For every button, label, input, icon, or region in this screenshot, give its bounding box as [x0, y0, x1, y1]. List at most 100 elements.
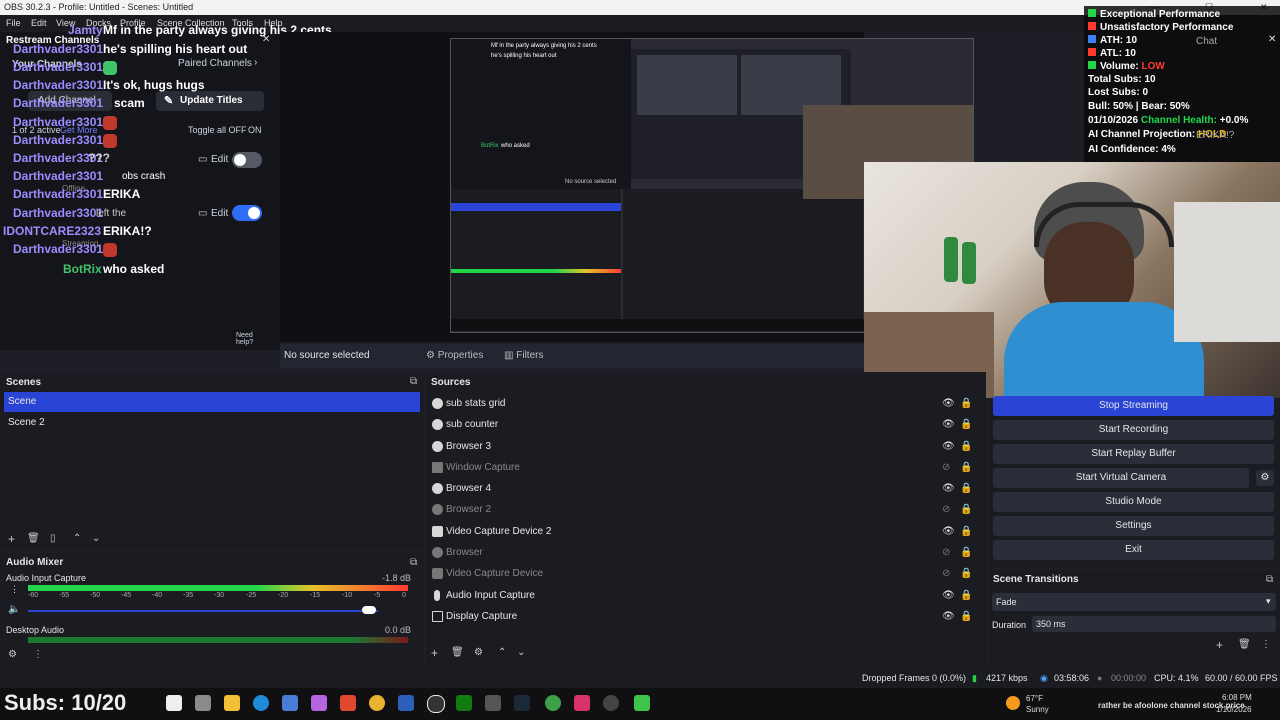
- source-item[interactable]: sub counter 👁 🔒: [432, 415, 972, 435]
- unsatisfactory-performance: Unsatisfactory Performance: [1088, 22, 1233, 33]
- eye-icon[interactable]: 👁: [942, 611, 955, 622]
- eye-icon[interactable]: 👁: [942, 441, 955, 452]
- chat-text: obs crash: [122, 171, 166, 182]
- chat-username: Darthvader3301: [13, 60, 104, 74]
- widgets-icon[interactable]: [166, 695, 182, 711]
- scene-filter-icon[interactable]: ▯: [50, 533, 56, 544]
- app-icon[interactable]: [485, 695, 501, 711]
- task-view-icon[interactable]: [195, 695, 211, 711]
- source-item[interactable]: Browser ⊘ 🔒: [432, 543, 972, 563]
- app-icon[interactable]: [574, 695, 590, 711]
- volume-meter: [28, 637, 408, 643]
- store-icon[interactable]: [282, 695, 298, 711]
- xbox-icon[interactable]: [456, 695, 472, 711]
- sources-title: Sources: [431, 377, 471, 388]
- steam-icon[interactable]: [514, 695, 530, 711]
- close-icon[interactable]: ✕: [1268, 34, 1276, 45]
- transition-options-icon[interactable]: ⋮: [1261, 639, 1271, 650]
- eye-icon[interactable]: 👁: [942, 398, 955, 409]
- lock-icon[interactable]: 🔒: [960, 547, 972, 558]
- stop-streaming-button[interactable]: Stop Streaming: [993, 396, 1274, 416]
- lock-icon[interactable]: 🔒: [960, 526, 972, 537]
- lock-icon[interactable]: 🔒: [960, 611, 972, 622]
- lock-icon[interactable]: 🔒: [960, 590, 972, 601]
- lock-icon[interactable]: 🔒: [960, 398, 972, 409]
- source-item[interactable]: Audio Input Capture 👁 🔒: [432, 586, 972, 606]
- mixer-options-icon[interactable]: ⋮: [33, 649, 43, 660]
- eye-icon[interactable]: 👁: [942, 483, 955, 494]
- mixer-menu-icon[interactable]: ⋮: [10, 584, 19, 595]
- source-item[interactable]: Browser 3 👁 🔒: [432, 437, 972, 457]
- filters-button[interactable]: ▥ Filters: [504, 350, 543, 361]
- start-recording-button[interactable]: Start Recording: [993, 420, 1274, 440]
- add-source-icon[interactable]: +: [431, 646, 438, 660]
- chat-tab[interactable]: Chat: [1196, 36, 1217, 47]
- source-item[interactable]: Video Capture Device ⊘ 🔒: [432, 564, 972, 584]
- monitor-icon: [432, 611, 443, 622]
- edge-icon[interactable]: [253, 695, 269, 711]
- advanced-audio-icon[interactable]: ⚙: [8, 649, 17, 660]
- stream-time: 03:58:06: [1054, 673, 1090, 683]
- eye-icon[interactable]: 👁: [942, 419, 955, 430]
- source-item[interactable]: Browser 4 👁 🔒: [432, 479, 972, 499]
- camera-icon: [432, 568, 443, 579]
- gear-icon[interactable]: ⚙: [474, 647, 483, 658]
- duration-input[interactable]: 350 ms: [1032, 616, 1276, 632]
- start-virtual-camera-button[interactable]: Start Virtual Camera: [993, 468, 1249, 488]
- lock-icon[interactable]: 🔒: [960, 483, 972, 494]
- speaker-icon[interactable]: 🔈: [8, 604, 20, 615]
- move-up-icon[interactable]: ⌃: [73, 533, 81, 544]
- eye-hidden-icon[interactable]: ⊘: [942, 547, 953, 558]
- scene-item[interactable]: Scene 2: [4, 413, 420, 433]
- undock-icon[interactable]: ⧉: [1266, 574, 1273, 585]
- word-icon[interactable]: [398, 695, 414, 711]
- trash-icon[interactable]: 🗑: [1238, 639, 1251, 650]
- add-scene-icon[interactable]: +: [8, 532, 15, 546]
- transition-select[interactable]: Fade ▾: [992, 593, 1276, 611]
- lock-icon[interactable]: 🔒: [960, 504, 972, 515]
- source-item[interactable]: Video Capture Device 2 👁 🔒: [432, 522, 972, 542]
- virtual-camera-gear-icon[interactable]: ⚙: [1256, 470, 1274, 486]
- start-replay-button[interactable]: Start Replay Buffer: [993, 444, 1274, 464]
- undock-icon[interactable]: ⧉: [410, 557, 417, 568]
- app-icon[interactable]: [311, 695, 327, 711]
- lock-icon[interactable]: 🔒: [960, 462, 972, 473]
- file-explorer-icon[interactable]: [224, 695, 240, 711]
- eye-hidden-icon[interactable]: ⊘: [942, 504, 953, 515]
- exit-button[interactable]: Exit: [993, 540, 1274, 560]
- media-icon[interactable]: [603, 695, 619, 711]
- scene-item-selected[interactable]: Scene: [4, 392, 420, 412]
- move-up-icon[interactable]: ⌃: [498, 647, 506, 658]
- chrome-icon[interactable]: [545, 695, 561, 711]
- lock-icon[interactable]: 🔒: [960, 568, 972, 579]
- volume-slider-track[interactable]: [28, 610, 378, 612]
- eye-icon[interactable]: 👁: [942, 526, 955, 537]
- studio-mode-button[interactable]: Studio Mode: [993, 492, 1274, 512]
- obs-icon[interactable]: [427, 695, 445, 713]
- source-item[interactable]: Window Capture ⊘ 🔒: [432, 458, 972, 478]
- source-item[interactable]: sub stats grid 👁 🔒: [432, 394, 972, 414]
- settings-button[interactable]: Settings: [993, 516, 1274, 536]
- chrome-icon[interactable]: [369, 695, 385, 711]
- source-item[interactable]: Browser 2 ⊘ 🔒: [432, 500, 972, 520]
- camera-icon: [432, 526, 443, 537]
- eye-hidden-icon[interactable]: ⊘: [942, 568, 953, 579]
- properties-button[interactable]: ⚙ Properties: [426, 350, 483, 361]
- source-item[interactable]: Display Capture 👁 🔒: [432, 607, 972, 627]
- need-help-link[interactable]: Need help?: [236, 332, 256, 346]
- volume-slider-handle[interactable]: [362, 606, 376, 614]
- move-down-icon[interactable]: ⌄: [517, 647, 525, 658]
- eye-icon[interactable]: 👁: [942, 590, 955, 601]
- eye-hidden-icon[interactable]: ⊘: [942, 462, 953, 473]
- chat-username: Darthvader3301: [13, 169, 104, 183]
- move-down-icon[interactable]: ⌄: [92, 533, 100, 544]
- lock-icon[interactable]: 🔒: [960, 419, 972, 430]
- app-icon[interactable]: [634, 695, 650, 711]
- undock-icon[interactable]: ⧉: [410, 376, 417, 387]
- add-transition-icon[interactable]: +: [1216, 638, 1223, 652]
- lock-icon[interactable]: 🔒: [960, 441, 972, 452]
- app-icon[interactable]: [340, 695, 356, 711]
- trash-icon[interactable]: 🗑: [27, 533, 40, 544]
- trash-icon[interactable]: 🗑: [451, 647, 464, 658]
- mixer-channel-db: 0.0 dB: [385, 625, 412, 635]
